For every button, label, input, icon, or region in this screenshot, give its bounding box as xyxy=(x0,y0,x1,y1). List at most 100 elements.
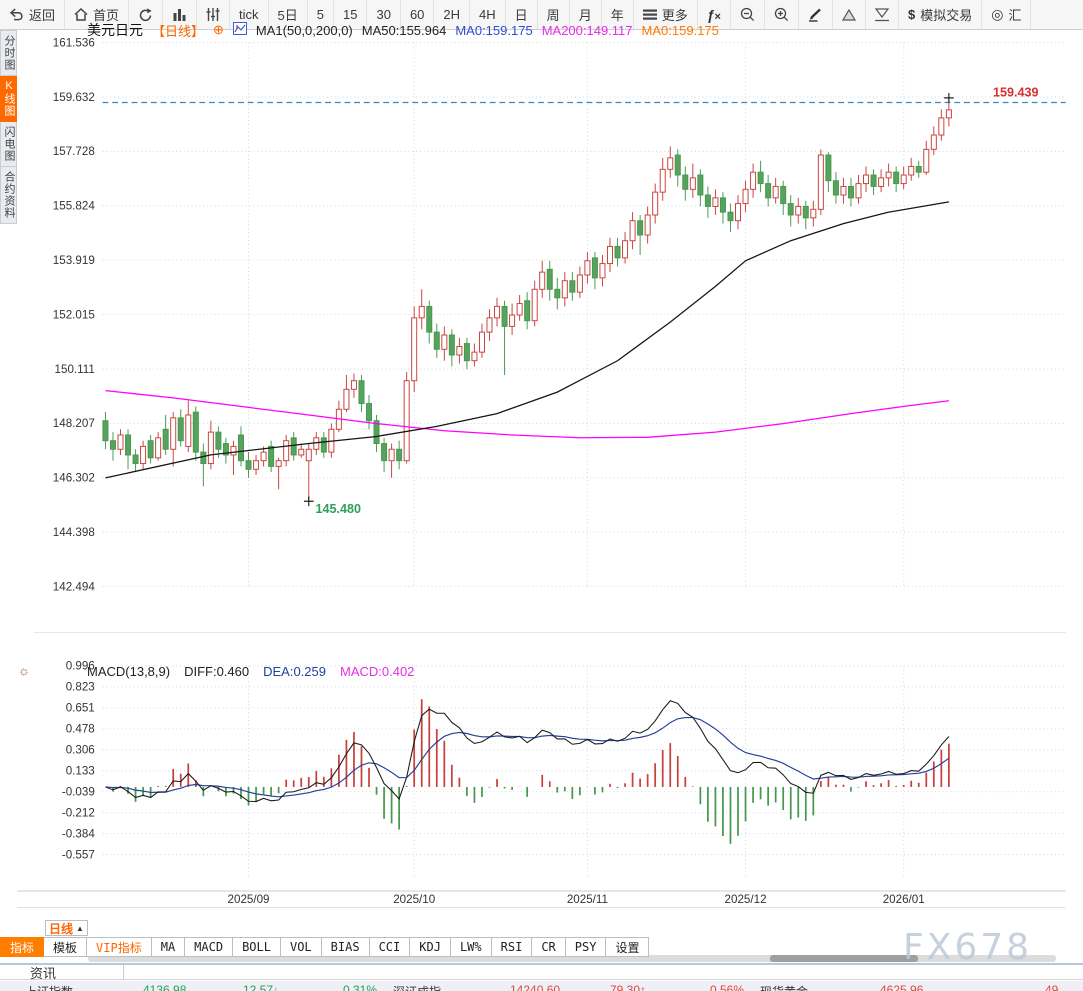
triangle-down-icon xyxy=(874,7,889,22)
kline-mini-icon[interactable] xyxy=(232,22,247,38)
chart-header: 美元日元 【日线】 ⊕ MA1(50,0,200,0) MA50:155.964… xyxy=(87,21,719,39)
candle-body xyxy=(780,185,787,205)
tab-模板[interactable]: 模板 xyxy=(44,937,88,957)
candle-body xyxy=(825,154,832,182)
candle-body xyxy=(855,183,862,199)
tab-news[interactable]: 资讯 xyxy=(0,965,124,981)
ticker-item[interactable]: 12.57↓ xyxy=(243,983,279,991)
zoom-out-button[interactable] xyxy=(731,0,765,29)
y-axis-label: 157.728 xyxy=(53,145,95,158)
tab-BIAS[interactable]: BIAS xyxy=(321,937,370,957)
candle-body xyxy=(125,434,132,456)
tab-KDJ[interactable]: KDJ xyxy=(410,937,451,957)
tab-PSY[interactable]: PSY xyxy=(565,937,607,957)
x-axis-label: 2026/01 xyxy=(883,893,925,906)
add-compare-icon[interactable]: ⊕ xyxy=(213,22,224,38)
macd-macd-value: MACD:0.402 xyxy=(339,664,415,679)
candle-body xyxy=(742,188,749,205)
ticker-item[interactable]: 4136.98 xyxy=(143,983,186,991)
candle-body xyxy=(576,274,583,293)
candle-body xyxy=(509,314,516,327)
chart-mode-sidebar: 分时图 K线图 闪电图 合约资料 xyxy=(0,30,17,991)
sidebar-item-闪电图[interactable]: 闪电图 xyxy=(0,122,17,167)
candle-body xyxy=(155,437,162,459)
sim-trade-button[interactable]: $ 模拟交易 xyxy=(899,0,983,29)
tab-指标[interactable]: 指标 xyxy=(0,937,45,957)
candle-body xyxy=(915,165,922,173)
triangle-up-icon xyxy=(841,8,856,21)
tab-CCI[interactable]: CCI xyxy=(369,937,411,957)
more-icon xyxy=(642,9,657,20)
ticker-item[interactable]: 14240.60 xyxy=(510,983,560,991)
draw-button[interactable] xyxy=(799,0,833,29)
sliders-icon xyxy=(206,8,220,21)
candle-body xyxy=(358,380,365,405)
triangle-up-button[interactable] xyxy=(833,0,866,29)
x-axis-label: 2025/10 xyxy=(393,893,435,906)
y-axis-label: 144.398 xyxy=(53,526,95,539)
candle-body xyxy=(102,420,109,442)
candle-body xyxy=(599,263,606,279)
candle-body xyxy=(637,220,644,236)
triangle-down-button[interactable] xyxy=(866,0,899,29)
sidebar-item-合约资料[interactable]: 合约资料 xyxy=(0,167,17,224)
ticker-item[interactable]: 0.56% xyxy=(710,983,744,991)
candle-body xyxy=(185,414,192,447)
ma50-value: MA50:155.964 xyxy=(361,22,447,38)
ticker-item[interactable]: 现货黄金 xyxy=(760,983,808,991)
market-ticker[interactable]: 上证指数 4136.98 12.57↓ 0.31% 深证成指 14240.60 79.30↑… xyxy=(0,981,1083,991)
tab-VOL[interactable]: VOL xyxy=(280,937,322,957)
back-button[interactable]: 返回 xyxy=(0,0,66,29)
macd-diff-value: DIFF:0.460 xyxy=(184,664,250,679)
tab-MACD[interactable]: MACD xyxy=(185,937,234,957)
sidebar-item-分时图[interactable]: 分时图 xyxy=(0,30,17,76)
candle-body xyxy=(516,303,523,316)
ticker-item[interactable]: 深证成指 xyxy=(393,983,441,991)
candle-body xyxy=(162,428,169,450)
y-axis-label: 153.919 xyxy=(53,254,95,267)
ticker-item[interactable]: 0.31% xyxy=(343,983,377,991)
tab-BOLL[interactable]: BOLL xyxy=(233,937,281,957)
ticker-item[interactable]: 79.30↑ xyxy=(610,983,646,991)
tab-设置[interactable]: 设置 xyxy=(606,937,650,957)
tab-MA[interactable]: MA xyxy=(151,937,186,957)
candle-body xyxy=(802,205,809,219)
candle-body xyxy=(343,388,350,410)
tab-VIP指标[interactable]: VIP指标 xyxy=(87,937,152,957)
candle-body xyxy=(674,154,681,176)
ticker-item[interactable]: 上证指数 xyxy=(25,983,73,991)
candle-body xyxy=(930,134,937,150)
candle-body xyxy=(614,245,621,259)
sidebar-item-K线图[interactable]: K线图 xyxy=(0,76,17,122)
candle-body xyxy=(659,168,666,193)
ma50-line xyxy=(105,201,950,479)
period-selector-dropdown[interactable]: 日线 ▲ xyxy=(45,920,88,936)
candle-body xyxy=(366,403,373,422)
macd-y-axis-label: 0.306 xyxy=(66,744,95,757)
zoom-in-button[interactable] xyxy=(765,0,799,29)
low-cross-marker xyxy=(303,496,314,507)
y-axis-label: 142.494 xyxy=(53,580,96,593)
dollar-icon: $ xyxy=(907,7,916,22)
ticker-item[interactable]: 49 xyxy=(1045,983,1058,991)
candle-body xyxy=(494,305,501,319)
candle-body xyxy=(426,305,433,333)
site-logo-button[interactable]: ◎ 汇 xyxy=(982,0,1032,29)
candle-body xyxy=(313,437,320,450)
macd-title: MACD(13,8,9) xyxy=(87,664,171,679)
macd-settings-icon[interactable]: ☼ xyxy=(18,663,30,678)
tab-RSI[interactable]: RSI xyxy=(491,937,533,957)
candle-body xyxy=(170,417,177,450)
tab-LW%[interactable]: LW% xyxy=(450,937,492,957)
x-axis-label: 2025/12 xyxy=(725,893,767,906)
y-axis-label: 155.824 xyxy=(53,200,96,213)
ticker-item[interactable]: 4625.96 xyxy=(880,983,923,991)
candle-body xyxy=(245,460,252,470)
candle-body xyxy=(109,440,116,450)
macd-y-axis-label: -0.557 xyxy=(62,849,95,862)
candle-body xyxy=(253,460,260,470)
candle-body xyxy=(561,280,568,299)
chart-canvas[interactable]: 161.536159.632157.728155.824153.919152.0… xyxy=(0,30,1083,936)
tab-CR[interactable]: CR xyxy=(532,937,566,957)
candle-body xyxy=(140,445,147,465)
